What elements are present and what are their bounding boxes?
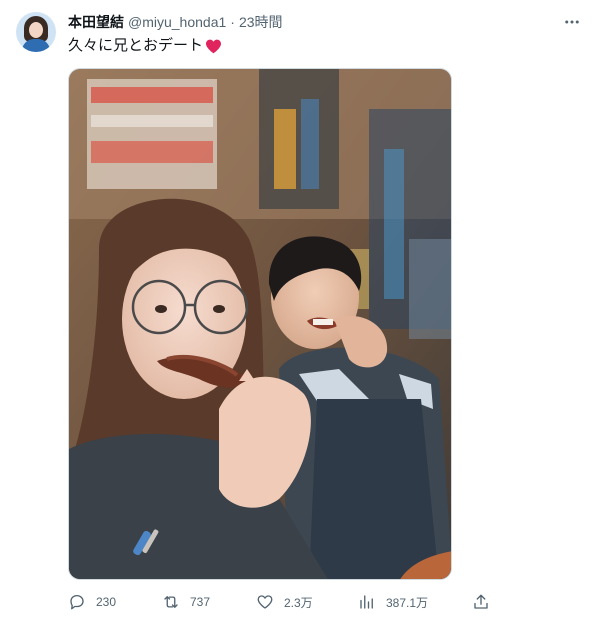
view-count: 387.1万 <box>386 595 429 610</box>
share-button[interactable] <box>472 590 490 614</box>
photo-illustration <box>69 69 451 579</box>
tweet-photo[interactable] <box>68 68 452 580</box>
retweet-count: 737 <box>190 595 211 609</box>
like-count: 2.3万 <box>284 595 313 610</box>
display-name[interactable]: 本田望結 <box>68 12 124 32</box>
reply-count: 230 <box>96 595 117 609</box>
retweet-button[interactable]: 737 <box>162 590 210 614</box>
separator-dot: · <box>230 14 235 30</box>
like-button[interactable]: 2.3万 <box>256 590 313 614</box>
reply-button[interactable]: 230 <box>68 590 116 614</box>
retweet-icon <box>164 596 178 608</box>
heart-emoji-icon <box>206 39 222 53</box>
more-horizontal-icon[interactable] <box>560 12 584 32</box>
share-icon <box>474 594 488 609</box>
avatar[interactable] <box>16 12 56 52</box>
like-icon <box>257 595 273 609</box>
user-handle[interactable]: @miyu_honda1 <box>128 14 226 30</box>
tweet-card: 本田望結 @miyu_honda1 · 23時間 久々に兄とおデート 230 7… <box>0 0 598 624</box>
tweet-header: 本田望結 @miyu_honda1 · 23時間 <box>68 12 283 32</box>
tweet-actions: 230 737 2.3万 387.1万 <box>68 590 498 614</box>
reply-icon <box>70 594 84 610</box>
tweet-text: 久々に兄とおデート <box>68 37 204 54</box>
tweet-text-row: 久々に兄とおデート <box>68 36 222 56</box>
views-icon <box>360 595 373 609</box>
views-button[interactable]: 387.1万 <box>358 590 428 614</box>
timestamp[interactable]: 23時間 <box>239 12 283 32</box>
